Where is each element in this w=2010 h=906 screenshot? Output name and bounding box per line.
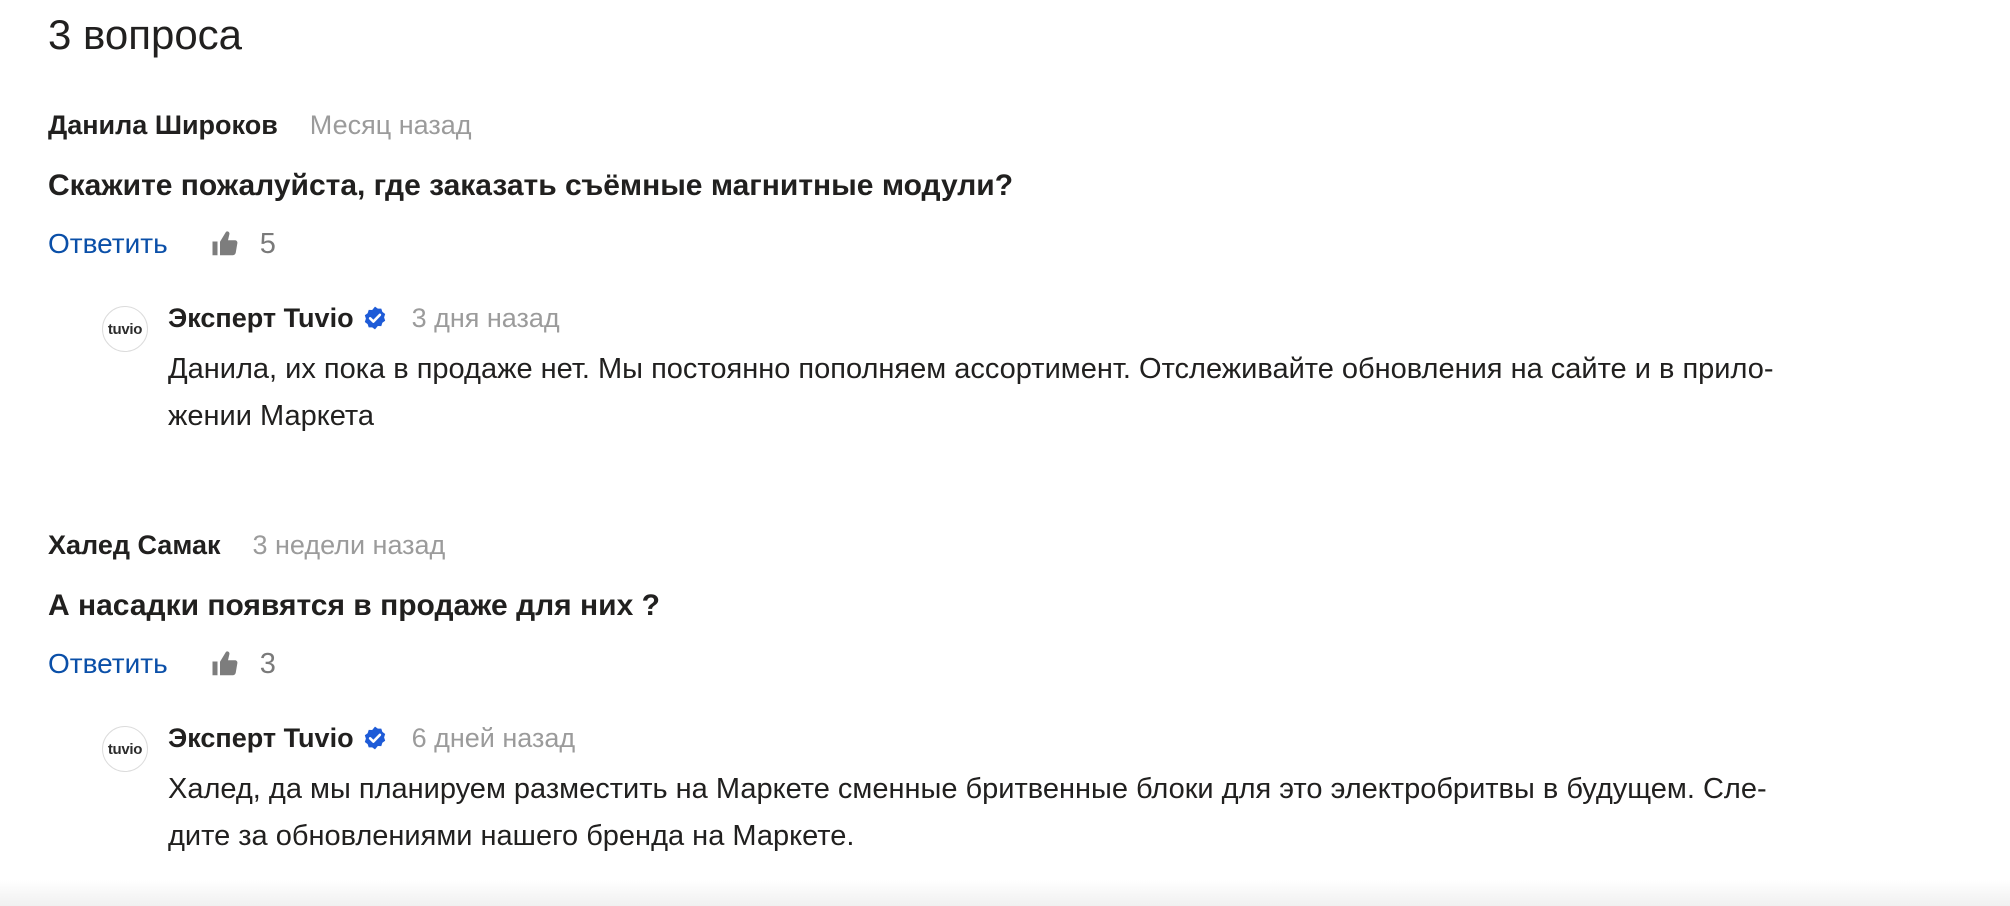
brand-logo[interactable]: tuvio (102, 306, 148, 352)
answer-text: Халед, да мы планируем разместить на Мар… (168, 766, 1988, 860)
bottom-fade (0, 880, 2010, 906)
answer-item: tuvio Эксперт Tuvio 6 дней назад Халед, … (102, 718, 1968, 860)
like-button[interactable]: 3 (210, 648, 276, 681)
like-count: 5 (259, 227, 276, 260)
answer-date: 3 дня назад (411, 302, 560, 333)
like-count: 3 (259, 647, 276, 680)
answer-text: Данила, их пока в продаже нет. Мы постоя… (168, 346, 1988, 440)
reply-button[interactable]: Ответить (48, 228, 168, 260)
question-item: Халед Самак 3 недели назад А насадки поя… (48, 530, 1968, 860)
reply-button[interactable]: Ответить (48, 648, 168, 680)
answer-author[interactable]: Эксперт Tuvio (168, 723, 354, 754)
question-author[interactable]: Халед Самак (48, 530, 220, 561)
question-meta: Халед Самак 3 недели назад (48, 530, 1968, 570)
answer-text-line: жении Маркета (168, 400, 375, 432)
question-text[interactable]: Скажите пожалуйста, где заказать съёмные… (48, 166, 1968, 206)
answer-text-line: Данила, их пока в продаже нет. Мы постоя… (168, 353, 1774, 385)
verified-check-icon (364, 306, 385, 330)
question-actions: Ответить 3 (48, 644, 1968, 684)
answer-author[interactable]: Эксперт Tuvio (168, 303, 354, 334)
question-date: 3 недели назад (252, 530, 446, 560)
question-date: Месяц назад (309, 110, 472, 140)
question-author[interactable]: Данила Широков (48, 110, 278, 141)
thumbs-up-icon[interactable] (210, 229, 240, 259)
question-meta: Данила Широков Месяц назад (48, 110, 1968, 150)
answer-date: 6 дней назад (411, 722, 576, 753)
like-button[interactable]: 5 (210, 228, 276, 261)
answer-text-line: дите за обновлениями нашего бренда на Ма… (168, 820, 855, 852)
thumbs-up-icon[interactable] (210, 649, 240, 679)
answer-item: tuvio Эксперт Tuvio 3 дня назад Данила, … (102, 298, 1968, 440)
verified-check-icon (364, 726, 385, 750)
question-text[interactable]: А насадки появятся в продаже для них ? (48, 586, 1968, 626)
answer-text-line: Халед, да мы планируем разместить на Мар… (168, 773, 1767, 805)
question-actions: Ответить 5 (48, 224, 1968, 264)
question-item: Данила Широков Месяц назад Скажите пожал… (48, 110, 1968, 440)
brand-logo[interactable]: tuvio (102, 726, 148, 772)
page-title: 3 вопроса (48, 11, 243, 58)
answer-meta: Эксперт Tuvio 6 дней назад (168, 718, 1968, 758)
answer-meta: Эксперт Tuvio 3 дня назад (168, 298, 1968, 338)
